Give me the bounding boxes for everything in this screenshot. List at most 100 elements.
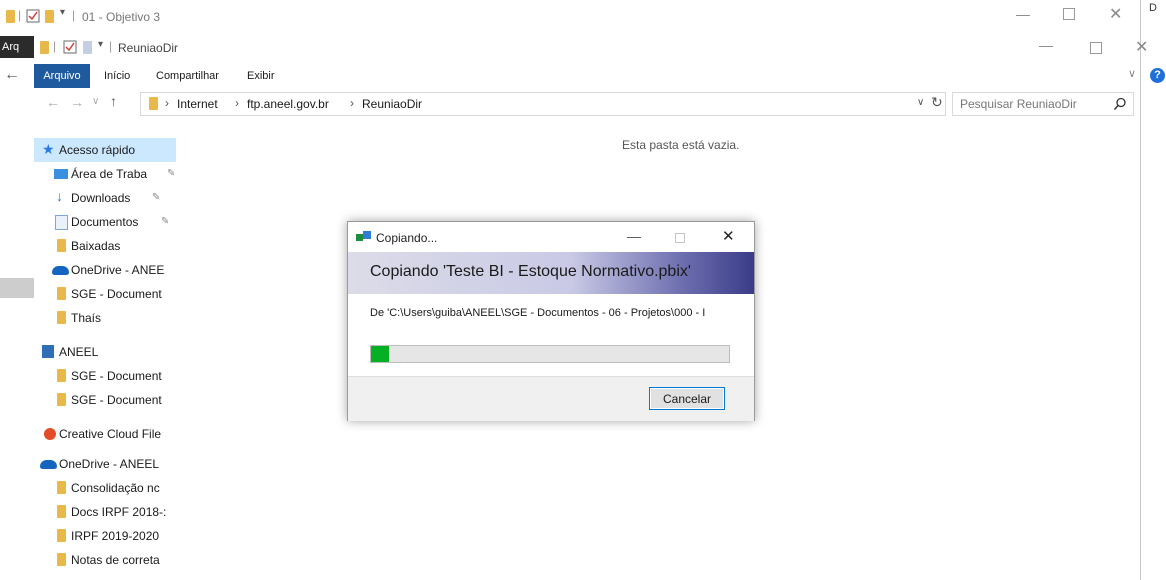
folder-icon [57,505,66,518]
sidebar-item-sge-document[interactable]: SGE - Document [34,282,176,306]
folder-icon [57,239,66,252]
folder-icon [57,311,66,324]
folder-icon [57,287,66,300]
separator: | [53,39,57,53]
download-icon: ↓ [56,188,63,204]
breadcrumb-internet[interactable]: Internet [177,97,218,111]
empty-folder-message: Esta pasta está vazia. [622,138,740,152]
background-window-edge [0,34,34,580]
pin-icon[interactable]: ✎ [152,186,160,210]
navigation-pane: ★ Acesso rápido Área de Traba ✎ ↓ Downlo… [34,122,190,580]
folder-icon [6,10,15,23]
maximize-button[interactable] [1063,8,1075,20]
dialog-banner: Copiando 'Teste BI - Estoque Normativo.p… [348,252,754,294]
back-window-titlebar: | ▾ | 01 - Objetivo 3 — ✕ [0,0,1140,35]
separator: | [18,8,22,22]
sidebar-item-sge-document[interactable]: SGE - Document [34,364,176,388]
cloud-icon [40,460,57,469]
tab-compartilhar[interactable]: Compartilhar [156,64,219,88]
maximize-button[interactable] [1090,42,1102,54]
forward-button[interactable]: → [70,94,84,110]
separator: | [72,8,76,22]
dialog-minimize-button[interactable]: — [627,228,641,244]
separator: | [109,39,113,53]
star-icon: ★ [42,141,55,157]
sidebar-item-onedrive-anee[interactable]: OneDrive - ANEE [34,258,176,282]
breadcrumb-separator: › [165,96,169,110]
cloud-icon [52,266,69,275]
sidebar-item-downloads[interactable]: ↓ Downloads ✎ [34,186,176,210]
breadcrumb-reuniaodir[interactable]: ReuniaoDir [362,97,422,111]
expand-ribbon-icon[interactable]: ∨ [1128,67,1136,80]
back-button[interactable]: ← [46,94,60,110]
dialog-maximize-button [675,233,685,243]
quick-access-dropdown[interactable]: ▾ [60,7,65,18]
sidebar-item-notas-de-correta[interactable]: Notas de correta [34,548,176,572]
new-folder-icon[interactable] [45,10,54,23]
properties-icon[interactable] [26,9,40,23]
pin-icon[interactable]: ✎ [161,210,169,234]
sidebar-item-acesso-rapido[interactable]: ★ Acesso rápido [34,138,176,162]
sidebar-item-onedrive-aneel[interactable]: OneDrive - ANEEL [34,452,176,476]
minimize-button[interactable]: — [1039,37,1053,53]
ribbon-tabs: Arquivo Início Compartilhar Exibir ∨ ? [34,64,1165,88]
breadcrumb-separator: › [350,96,354,110]
sidebar-item-consolidacao[interactable]: Consolidação nc [34,476,176,500]
dialog-heading: Copiando 'Teste BI - Estoque Normativo.p… [370,263,691,280]
tab-inicio[interactable]: Início [104,64,130,88]
recent-locations-dropdown[interactable]: ∨ [92,96,99,107]
window-title: ReuniaoDir [118,41,179,55]
address-history-dropdown[interactable]: ∨ [917,97,924,108]
close-button[interactable]: ✕ [1135,37,1148,57]
close-button[interactable]: ✕ [1109,4,1122,24]
sidebar-item-docs-irpf[interactable]: Docs IRPF 2018-: [34,500,176,524]
folder-icon [57,393,66,406]
sidebar-item-area-de-trabalho[interactable]: Área de Traba ✎ [34,162,176,186]
sidebar-item-baixadas[interactable]: Baixadas [34,234,176,258]
up-button[interactable]: ↑ [110,93,117,109]
dialog-title: Copiando... [376,231,438,245]
creative-cloud-icon [44,428,56,440]
search-input[interactable]: Pesquisar ReuniaoDir [960,97,1077,111]
dialog-footer: Cancelar [348,376,754,421]
copy-source-text: De 'C:\Users\guiba\ANEEL\SGE - Documento… [370,307,706,319]
desktop-icon [54,169,68,179]
cancel-button[interactable]: Cancelar [649,387,725,410]
quick-access-dropdown[interactable]: ▾ [98,39,103,50]
background-window-edge: D [1140,0,1166,580]
folder-icon [57,553,66,566]
dialog-titlebar: Copiando... — ✕ [348,222,754,252]
help-icon[interactable]: ? [1150,68,1165,83]
navigation-bar: ← → ∨ ↑ › Internet › ftp.aneel.gov.br › … [34,88,1140,118]
copy-icon [356,231,371,241]
progress-fill [371,346,389,362]
properties-icon[interactable] [63,40,77,54]
pin-icon[interactable]: ✎ [167,162,175,186]
dialog-close-button[interactable]: ✕ [722,227,735,245]
folder-icon [57,529,66,542]
refresh-icon[interactable]: ↻ [931,94,943,111]
folder-icon [149,97,158,110]
back-window-arquivo-tab[interactable]: Arq [0,36,36,58]
sidebar-item-creative-cloud[interactable]: Creative Cloud File [34,422,176,446]
breadcrumb-ftp-aneel[interactable]: ftp.aneel.gov.br [247,97,329,111]
sidebar-item-aneel[interactable]: ANEEL [34,340,176,364]
documents-icon [55,215,68,230]
background-window-selection [0,278,34,298]
tab-exibir[interactable]: Exibir [247,64,275,88]
sidebar-item-irpf-2019[interactable]: IRPF 2019-2020 [34,524,176,548]
sidebar-item-thais[interactable]: Thaís [34,306,176,330]
window-titlebar: | ▾ | ReuniaoDir — ✕ [34,34,1148,64]
address-bar[interactable]: › Internet › ftp.aneel.gov.br › ReuniaoD… [140,92,946,116]
breadcrumb-separator: › [235,96,239,110]
building-icon [42,345,54,358]
new-folder-icon[interactable] [83,41,92,54]
folder-icon [57,481,66,494]
minimize-button[interactable]: — [1016,6,1030,22]
sidebar-item-sge-document[interactable]: SGE - Document [34,388,176,412]
search-box[interactable]: Pesquisar ReuniaoDir [952,92,1134,116]
search-icon[interactable] [1113,97,1127,111]
back-arrow-icon[interactable]: ← [4,66,20,84]
sidebar-item-documentos[interactable]: Documentos ✎ [34,210,176,234]
tab-arquivo[interactable]: Arquivo [34,64,90,88]
